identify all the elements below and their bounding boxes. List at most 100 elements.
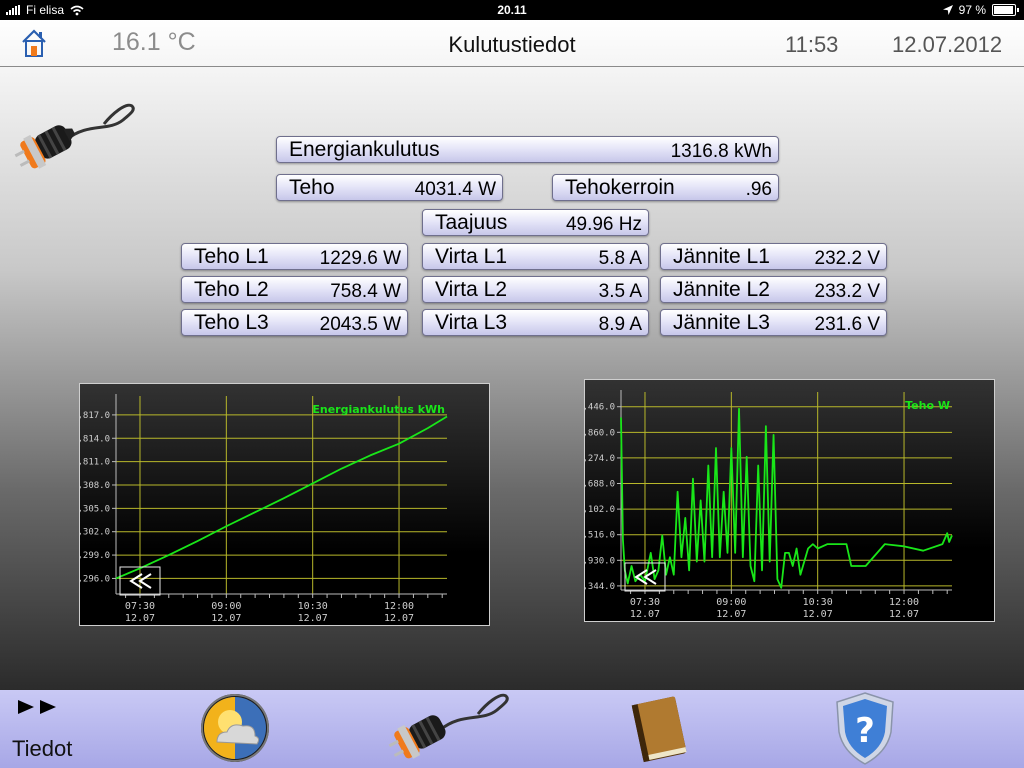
energy-label: Energiankulutus [289,138,440,161]
power-l2-value: 758.4 W [330,281,401,302]
voltage-l2-label: Jännite L2 [673,278,770,301]
voltage-l3-label: Jännite L3 [673,311,770,334]
header: 16.1 °C Kulutustiedot 11:53 12.07.2012 [0,20,1024,67]
battery-icon [992,4,1019,16]
bottom-toolbar: Tiedot ? [0,690,1024,768]
power-label: Teho [289,176,335,199]
power-l1-label: Teho L1 [194,245,269,268]
legend-label: Teho W [905,399,950,412]
x-tick-label: 10:30 [298,601,328,612]
x-tick-label: 12.07 [803,609,833,620]
chevron-left-icon [129,573,152,589]
x-tick-label: 12.07 [211,613,241,624]
x-tick-label: 12.07 [889,609,919,620]
energy-field: Energiankulutus 1316.8 kWh [276,136,779,163]
y-tick-label: 1,817.0 [80,411,110,421]
current-l1-label: Virta L1 [435,245,507,268]
play-forward-icon[interactable] [16,698,60,716]
current-l2-label: Virta L2 [435,278,507,301]
current-l1-value: 5.8 A [598,248,642,269]
power-l2-field: Teho L2 758.4 W [181,276,408,303]
y-tick-label: 6,446.0 [585,403,615,413]
y-tick-label: 4,102.0 [585,505,615,515]
current-l3-value: 8.9 A [598,314,642,335]
x-tick-label: 10:30 [803,597,833,608]
voltage-l2-value: 233.2 V [814,281,881,302]
y-tick-label: 2,930.0 [585,556,615,566]
current-l2-field: Virta L2 3.5 A [422,276,649,303]
frequency-label: Taajuus [435,211,508,234]
x-tick-label: 09:00 [211,601,241,612]
voltage-l3-field: Jännite L3 231.6 V [660,309,887,336]
page-title: Kulutustiedot [448,32,576,57]
power-value: 4031.4 W [414,179,496,200]
energy-chart[interactable]: 1,296.0 1,299.0 1,302.0 1,305.0 1,308.0 1,811… [79,383,490,626]
power-l1-value: 1229.6 W [319,248,401,269]
x-tick-label: 09:00 [716,597,746,608]
energy-value: 1316.8 kWh [670,141,772,162]
frequency-field: Taajuus 49.96 Hz [422,209,649,236]
x-tick-label: 12.07 [125,613,155,624]
voltage-l2-field: Jännite L2 233.2 V [660,276,887,303]
legend-label: Energiankulutus kWh [312,403,445,416]
status-time: 20.11 [497,3,527,17]
x-tick-label: 12.07 [298,613,328,624]
main-screen: 16.1 °C Kulutustiedot 11:53 12.07.2012 E… [0,20,1024,690]
voltage-l1-label: Jännite L1 [673,245,770,268]
power-l2-label: Teho L2 [194,278,269,301]
battery-percent: 97 % [958,3,986,17]
x-tick-label: 12.07 [716,609,746,620]
x-tick-label: 07:30 [125,601,155,612]
power-chart[interactable]: 2,344.0 2,930.0 3,516.0 4,102.0 4,688.0 5,274… [584,379,995,622]
power-factor-field: Tehokerroin .96 [552,174,779,201]
power-chart-plot[interactable]: 2,344.0 2,930.0 3,516.0 4,102.0 4,688.0 5,274… [585,380,994,621]
battery-fill [994,6,1014,14]
y-tick-label: 1,308.0 [80,481,110,491]
voltage-l3-value: 231.6 V [814,314,881,335]
location-icon [942,5,953,15]
y-tick-label: 1,814.0 [80,434,110,444]
y-tick-label: 1,296.0 [80,574,110,584]
svg-text:?: ? [855,711,875,751]
date: 12.07.2012 [892,32,1003,57]
power-l3-value: 2043.5 W [319,314,401,335]
x-tick-label: 12:00 [889,597,919,608]
power-l3-label: Teho L3 [194,311,269,334]
plug-icon[interactable] [382,690,512,768]
y-tick-label: 5,860.0 [585,428,615,438]
toolbar-label: Tiedot [12,736,73,761]
series-line [115,415,448,580]
x-tick-label: 12.07 [630,609,660,620]
x-tick-label: 12.07 [384,613,414,624]
power-factor-label: Tehokerroin [565,176,675,199]
y-tick-label: 3,516.0 [585,531,615,541]
x-tick-label: 12:00 [384,601,414,612]
current-l2-value: 3.5 A [598,281,642,302]
power-l3-field: Teho L3 2043.5 W [181,309,408,336]
y-tick-label: 1,305.0 [80,504,110,514]
current-l1-field: Virta L1 5.8 A [422,243,649,270]
frequency-value: 49.96 Hz [565,214,642,235]
series-line [620,407,953,589]
y-tick-label: 4,688.0 [585,480,615,490]
status-bar: Fi elisa 20.11 97 % [0,0,1024,20]
power-field: Teho 4031.4 W [276,174,503,201]
y-tick-label: 1,302.0 [80,528,110,538]
y-tick-label: 1,299.0 [80,551,110,561]
plug-icon [14,103,135,169]
current-l3-field: Virta L3 8.9 A [422,309,649,336]
clock: 11:53 [785,32,839,57]
voltage-l1-value: 232.2 V [814,248,881,269]
power-l1-field: Teho L1 1229.6 W [181,243,408,270]
help-shield-icon[interactable]: ? [833,690,897,766]
current-l3-label: Virta L3 [435,311,507,334]
y-tick-label: 5,274.0 [585,454,615,464]
y-tick-label: 1,811.0 [80,458,110,468]
energy-chart-plot[interactable]: 1,296.0 1,299.0 1,302.0 1,305.0 1,308.0 1,811… [80,384,489,625]
weather-icon[interactable] [199,692,271,764]
status-right: 97 % [942,3,1019,17]
book-icon[interactable] [625,692,695,764]
y-tick-label: 2,344.0 [585,582,615,592]
x-tick-label: 07:30 [630,597,660,608]
power-factor-value: .96 [745,179,772,200]
